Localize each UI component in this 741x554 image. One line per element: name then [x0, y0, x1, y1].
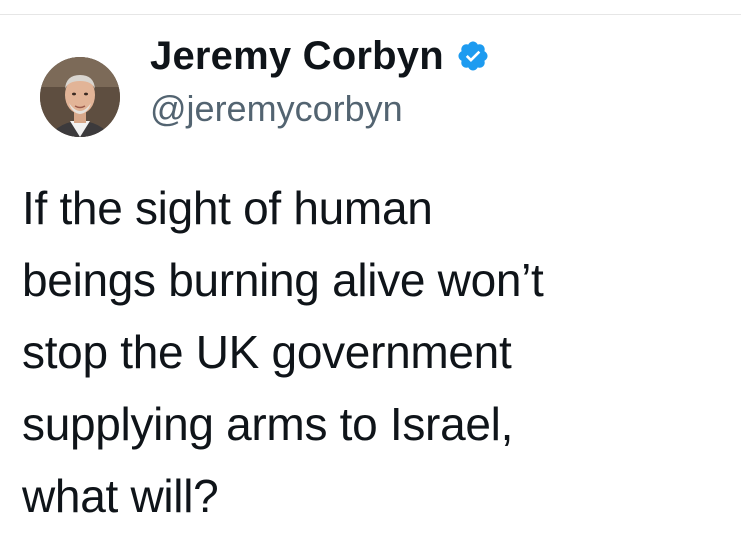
name-row: Jeremy Corbyn: [150, 30, 490, 82]
tweet-text: If the sight of human beings burning ali…: [22, 172, 722, 532]
tweet-text-line: stop the UK government: [22, 326, 512, 378]
tweet-text-line: supplying arms to Israel,: [22, 398, 514, 450]
display-name[interactable]: Jeremy Corbyn: [150, 30, 444, 82]
verified-badge-icon: [456, 39, 490, 73]
user-handle[interactable]: @jeremycorbyn: [150, 86, 490, 132]
tweet-text-line: what will?: [22, 470, 219, 522]
avatar[interactable]: [40, 57, 120, 137]
tweet-header: Jeremy Corbyn @jeremycorbyn: [150, 30, 490, 132]
tweet-card: Jeremy Corbyn @jeremycorbyn If the sight…: [0, 0, 741, 554]
tweet-text-line: beings burning alive won’t: [22, 254, 544, 306]
avatar-portrait-icon: [40, 57, 120, 137]
tweet-text-line: If the sight of human: [22, 182, 433, 234]
